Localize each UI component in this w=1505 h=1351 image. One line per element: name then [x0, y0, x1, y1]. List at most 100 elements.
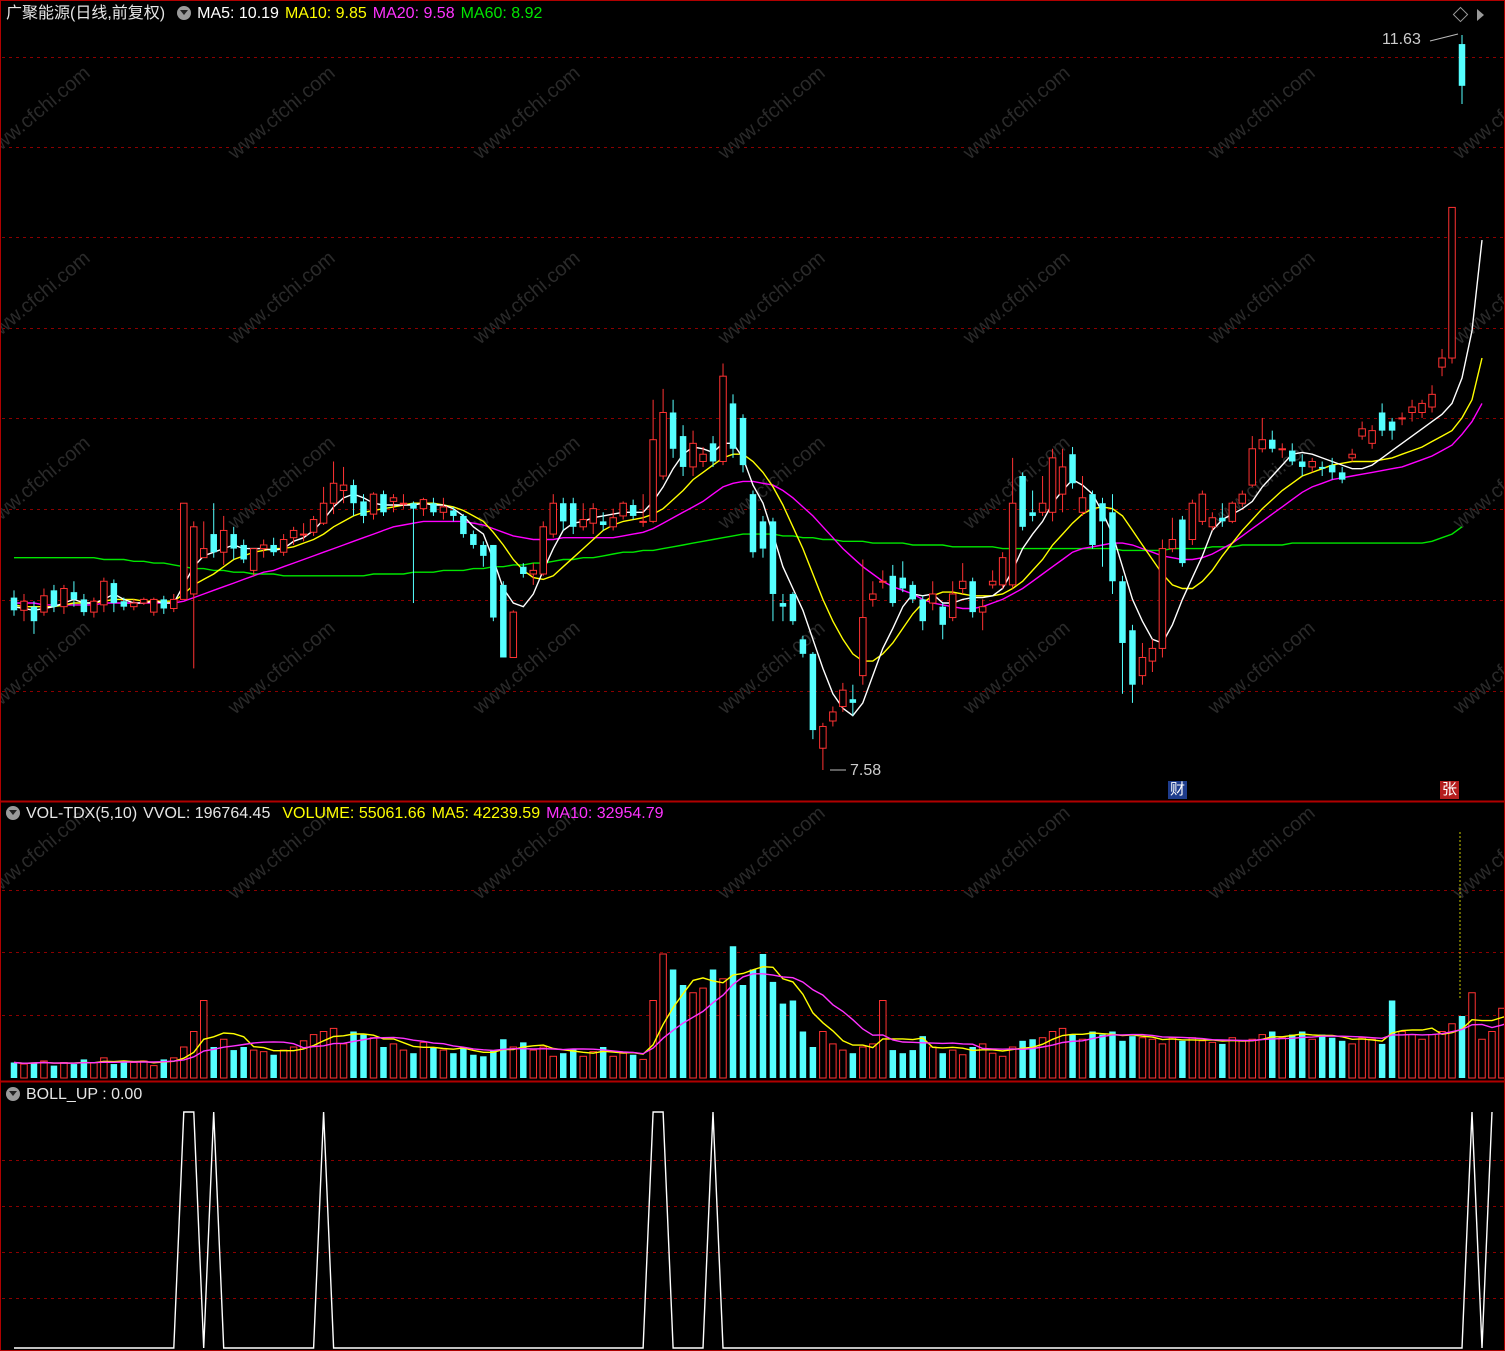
- candle: [1338, 466, 1346, 484]
- candle: [978, 599, 987, 631]
- rise-badge[interactable]: 张: [1440, 781, 1460, 799]
- volume-bar: [759, 954, 767, 1078]
- dropdown-icon[interactable]: [6, 806, 20, 820]
- volume-bar: [1129, 1036, 1136, 1078]
- volume-bar: [969, 1047, 976, 1078]
- candle-body: [279, 539, 288, 553]
- candle: [500, 581, 507, 658]
- candle: [1048, 448, 1057, 522]
- vol-indicator[interactable]: VOL-TDX(5,10): [26, 805, 137, 822]
- candle-body: [60, 588, 68, 608]
- candle: [1248, 436, 1257, 487]
- candle-body: [759, 521, 767, 549]
- candle-body: [1428, 393, 1436, 408]
- candle: [1138, 642, 1147, 685]
- boll-label[interactable]: BOLL_UP : 0.00: [26, 1086, 142, 1103]
- candle: [259, 539, 268, 558]
- candle: [460, 514, 467, 538]
- volume-bar: [729, 946, 737, 1078]
- candle: [928, 581, 937, 611]
- candle: [60, 584, 68, 614]
- candle: [689, 430, 697, 476]
- candle-body: [599, 521, 607, 525]
- scroll-right-icon[interactable]: [1477, 9, 1484, 21]
- candle-body: [1318, 466, 1326, 469]
- candle: [819, 722, 827, 770]
- candle-body: [659, 411, 667, 477]
- candle: [1428, 385, 1436, 413]
- candle-body: [190, 526, 198, 595]
- ma5-label: MA5: 10.19: [197, 5, 279, 22]
- volume-bar: [1408, 1034, 1416, 1079]
- watermark-text: www.cfchi.com: [958, 247, 1074, 350]
- candle: [329, 461, 338, 515]
- candle-body: [689, 442, 697, 468]
- candle-body: [80, 599, 88, 613]
- candle: [240, 539, 247, 564]
- candle: [589, 503, 597, 535]
- ma10-label: MA10: 9.85: [284, 5, 367, 22]
- candle-body: [480, 544, 487, 556]
- volume-bar: [1158, 1043, 1167, 1079]
- candle-body: [869, 593, 877, 600]
- candle: [490, 544, 497, 622]
- volume-bar: [799, 1031, 807, 1078]
- candle-body: [520, 566, 527, 574]
- candle-body: [509, 611, 518, 658]
- candle: [430, 497, 437, 516]
- candle: [509, 610, 518, 658]
- candle: [1158, 539, 1167, 658]
- candle-body: [1089, 494, 1096, 545]
- candle: [1188, 499, 1197, 545]
- candle-body: [709, 443, 717, 462]
- candle-body: [240, 544, 247, 560]
- watermark-text: www.cfchi.com: [0, 432, 95, 535]
- candle: [1318, 461, 1326, 476]
- candle: [719, 363, 727, 466]
- candle-body: [430, 503, 437, 513]
- candle: [40, 588, 48, 616]
- low-price-label: 7.58: [850, 762, 882, 779]
- candle: [659, 388, 667, 480]
- volume-bar: [549, 1055, 558, 1079]
- volume-bar: [1219, 1043, 1226, 1078]
- candle-body: [1119, 581, 1126, 643]
- volume-bar: [1358, 1037, 1366, 1079]
- candle: [1228, 501, 1237, 524]
- candle: [869, 581, 877, 607]
- volume-bar: [1099, 1034, 1106, 1078]
- candle-body: [749, 494, 757, 553]
- candle-body: [130, 602, 138, 608]
- candle: [439, 497, 448, 520]
- price-header: 广聚能源(日线,前复权) MA5: 10.19 MA10: 9.85 MA20: 9.…: [6, 2, 548, 26]
- candle-body: [230, 534, 237, 549]
- candle: [569, 497, 577, 535]
- volume-bar: [339, 1043, 348, 1079]
- watermark-text: www.cfchi.com: [1448, 247, 1505, 350]
- stock-title[interactable]: 广聚能源(日线,前复权): [6, 5, 165, 22]
- watermark-text: www.cfchi.com: [958, 62, 1074, 165]
- volume-bar: [998, 1055, 1007, 1079]
- dropdown-icon[interactable]: [177, 6, 192, 20]
- dropdown-icon[interactable]: [6, 1087, 20, 1101]
- candle-body: [1038, 502, 1047, 513]
- vol-ma10-label: MA10: 32954.79: [546, 805, 664, 822]
- finance-badge[interactable]: 财: [1168, 781, 1188, 799]
- candle: [1148, 639, 1157, 672]
- candle-body: [360, 501, 367, 516]
- volume-bar: [1258, 1034, 1267, 1079]
- vvol-label: VVOL: 196764.45: [143, 805, 271, 822]
- candle-body: [1298, 461, 1306, 467]
- volume-bar: [1148, 1038, 1157, 1079]
- candle: [859, 559, 867, 685]
- volume-bar: [369, 1037, 378, 1079]
- volume-bar: [50, 1065, 58, 1078]
- candle: [1448, 206, 1456, 364]
- watermark-text: www.cfchi.com: [1448, 432, 1505, 535]
- candle: [1078, 476, 1087, 516]
- candle: [849, 684, 857, 716]
- stock-chart[interactable]: www.cfchi.com www.cfchi.com www.cfchi.com w…: [0, 0, 1505, 1351]
- candle-body: [1278, 448, 1286, 451]
- volume-bar: [779, 1003, 787, 1078]
- volume-bar: [589, 1051, 597, 1079]
